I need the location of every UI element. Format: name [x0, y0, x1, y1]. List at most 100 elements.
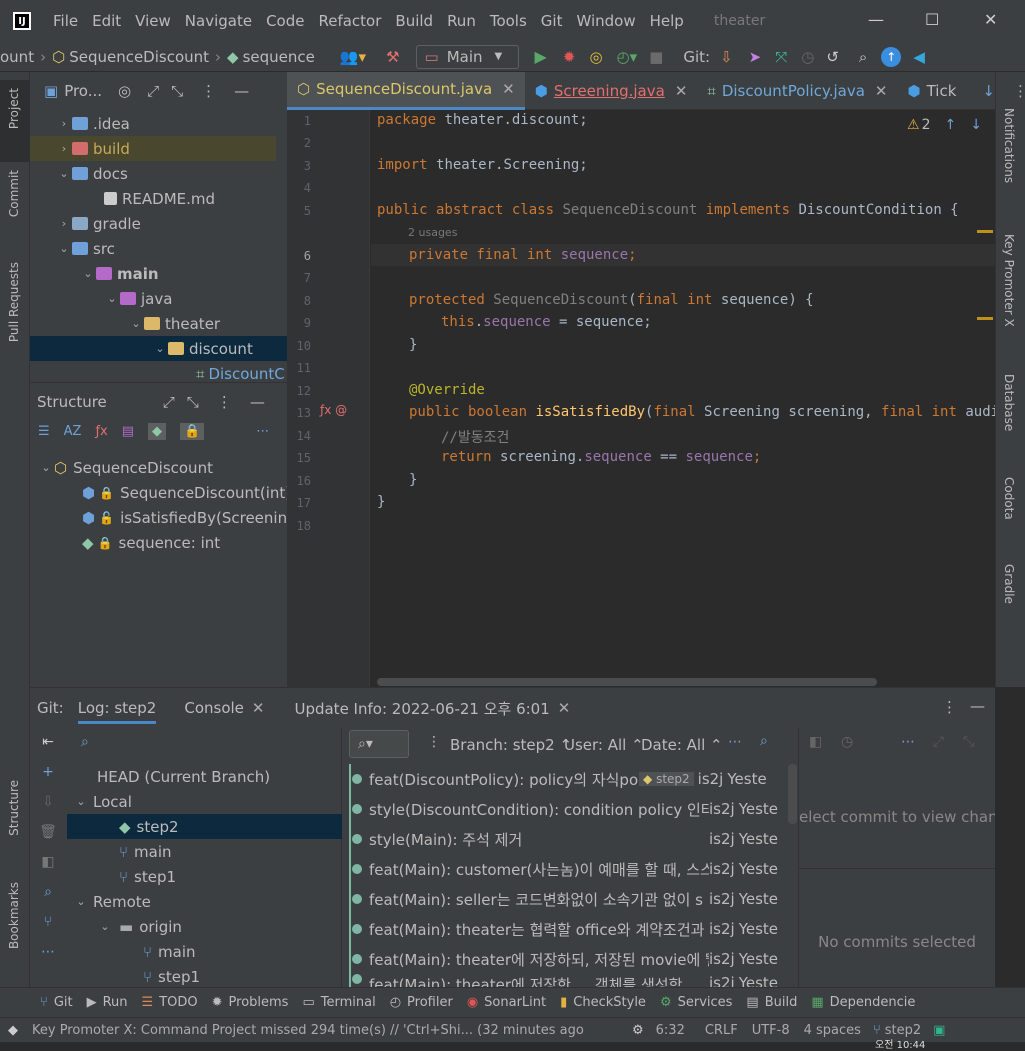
- menu-file[interactable]: File: [53, 12, 78, 30]
- tree-item-docs[interactable]: ⌄ docs: [56, 161, 127, 186]
- options-icon[interactable]: ⋮: [427, 734, 441, 750]
- branch-step1[interactable]: ⑂ step1: [119, 864, 176, 889]
- tab-discountpolicy[interactable]: ⌗ DiscountPolicy.java ✕: [697, 72, 897, 110]
- menu-git[interactable]: Git: [541, 12, 563, 30]
- minimize-button[interactable]: —: [868, 10, 884, 29]
- toolwindow-build[interactable]: ▤ Build: [746, 995, 797, 1010]
- commit-row[interactable]: feat(DiscountPolicy): policy의 자식polic ◆ s…: [343, 764, 788, 794]
- toolwindow-todo[interactable]: ☰ TODO: [142, 995, 198, 1010]
- expand-icon[interactable]: ⤢: [147, 82, 159, 100]
- branch-group-remote[interactable]: ⌄ Remote: [73, 889, 151, 914]
- git-update-icon[interactable]: ⇩: [720, 48, 733, 66]
- structure-method[interactable]: ⬢ 🔓 isSatisfiedBy(Screening,: [82, 505, 301, 530]
- options-icon[interactable]: ⋮: [942, 698, 957, 716]
- commit-row[interactable]: style(DiscountCondition): condition poli…: [343, 794, 788, 824]
- show-lambdas-icon[interactable]: ƒx: [95, 424, 107, 439]
- commit-row[interactable]: feat(Main): theater는 협력할 office와 계약조건과 is…: [343, 914, 788, 944]
- commit-row[interactable]: feat(Main): theater에 저장한 ... 객체를 생성함 is2j…: [343, 974, 788, 988]
- user-icon[interactable]: 👥▾: [340, 48, 366, 66]
- expand-icon[interactable]: ⤢: [163, 393, 175, 411]
- structure-constructor[interactable]: ⬢ 🔒 SequenceDiscount(int): [82, 480, 291, 505]
- log-scrollbar[interactable]: [788, 764, 797, 824]
- stop-icon[interactable]: ■: [649, 48, 663, 66]
- horizontal-scrollbar[interactable]: [377, 678, 877, 686]
- commit-row[interactable]: feat(Main): theater에 저장하되, 저장된 movie에 뛜i…: [343, 944, 788, 974]
- menu-navigate[interactable]: Navigate: [185, 12, 252, 30]
- tree-item-idea[interactable]: › .idea: [56, 111, 130, 136]
- date-filter[interactable]: Date: All ⌃: [641, 736, 723, 754]
- hide-icon[interactable]: —: [250, 393, 265, 411]
- commit-tool-button[interactable]: Commit: [7, 170, 21, 217]
- delete-icon[interactable]: 🗑: [39, 824, 57, 840]
- error-stripe-mark[interactable]: [977, 230, 993, 233]
- toolwindow-dependencies[interactable]: ▦ Dependencie: [811, 995, 915, 1010]
- tab-sequencediscount[interactable]: ⬡ SequenceDiscount.java ✕: [287, 71, 525, 110]
- sort-visibility-icon[interactable]: ☰: [38, 424, 50, 439]
- tab-log[interactable]: Log: step2: [77, 699, 157, 724]
- menu-help[interactable]: Help: [650, 12, 684, 30]
- close-window-button[interactable]: ✕: [984, 10, 997, 29]
- caret-position[interactable]: 6:32: [656, 1023, 685, 1038]
- close-tab-icon[interactable]: ✕: [502, 80, 515, 98]
- toolwindow-checkstyle[interactable]: ▮ CheckStyle: [560, 995, 646, 1010]
- toolwindow-problems[interactable]: ✹ Problems: [212, 995, 289, 1010]
- branches-icon[interactable]: ⑂: [44, 914, 52, 930]
- override-gutter-icon[interactable]: ƒx @: [320, 403, 347, 417]
- toolwindow-terminal[interactable]: ▭ Terminal: [302, 995, 375, 1010]
- codota-tool-button[interactable]: Codota: [1002, 477, 1016, 520]
- codewithme-icon[interactable]: ◀: [913, 48, 925, 66]
- status-toggle-icon[interactable]: ◆: [8, 1023, 18, 1038]
- menu-run[interactable]: Run: [447, 12, 476, 30]
- update-ide-icon[interactable]: ↑: [881, 46, 902, 67]
- menu-view[interactable]: View: [135, 12, 171, 30]
- tree-item-src[interactable]: ⌄ src: [56, 236, 115, 261]
- search-icon[interactable]: ⌕: [44, 884, 52, 900]
- show-non-public-icon[interactable]: 🔒: [180, 423, 205, 440]
- branch-filter[interactable]: Branch: step2 ⌃: [450, 736, 572, 754]
- breadcrumb-class[interactable]: SequenceDiscount: [69, 48, 209, 66]
- run-config-select[interactable]: ▭ Main ▼: [415, 44, 519, 69]
- collapse-icon[interactable]: ⤡: [963, 734, 974, 750]
- gradle-tool-button[interactable]: Gradle: [1002, 564, 1016, 604]
- git-push-icon[interactable]: ➤: [749, 48, 762, 66]
- git-status-icon[interactable]: ⚙: [632, 1023, 644, 1038]
- options-icon[interactable]: ⋮: [201, 82, 216, 100]
- profile-icon[interactable]: ◴▾: [617, 48, 638, 66]
- hide-icon[interactable]: —: [234, 82, 249, 100]
- tree-item-build[interactable]: › build: [30, 136, 276, 161]
- branch-head[interactable]: HEAD (Current Branch): [97, 764, 270, 789]
- tree-item-theater[interactable]: ⌄ theater: [128, 311, 220, 336]
- menu-code[interactable]: Code: [266, 12, 304, 30]
- tree-item-java[interactable]: ⌄ java: [104, 286, 172, 311]
- search-icon[interactable]: ⌕: [760, 733, 768, 749]
- sort-alpha-icon[interactable]: AZ: [64, 424, 82, 439]
- codota-icon[interactable]: ▣: [933, 1023, 945, 1038]
- close-tab-icon[interactable]: ✕: [875, 82, 888, 100]
- commit-row[interactable]: feat(Main): customer(사는놈)이 예매를 할 때, 스스 is…: [343, 854, 788, 884]
- search-icon[interactable]: ⌕: [859, 48, 867, 66]
- usages-hint[interactable]: 2 usages: [408, 226, 457, 239]
- user-filter[interactable]: User: All ⌃: [564, 736, 644, 754]
- menu-refactor[interactable]: Refactor: [318, 12, 381, 30]
- branch-group-local[interactable]: ⌄ Local: [73, 789, 132, 814]
- show-properties-icon[interactable]: ◆: [148, 423, 167, 440]
- toolwindow-services[interactable]: ⚙ Services: [660, 995, 732, 1010]
- log-search-input[interactable]: ⌕▾: [349, 730, 409, 758]
- close-tab-icon[interactable]: ✕: [675, 82, 688, 100]
- commit-row[interactable]: feat(Main): seller는 코드변화없이 소속기관 없이 s is2j…: [343, 884, 788, 914]
- remote-branch-main[interactable]: ⑂ main: [143, 939, 196, 964]
- structure-class[interactable]: ⌄ ⬡ SequenceDiscount: [38, 455, 213, 480]
- more-icon[interactable]: ⋯: [728, 734, 742, 750]
- branch-main[interactable]: ⑂ main: [119, 839, 172, 864]
- file-encoding[interactable]: UTF-8: [752, 1023, 790, 1038]
- tab-menu-icon[interactable]: ⋮: [1013, 82, 1025, 100]
- close-tab-icon[interactable]: ✕: [558, 699, 571, 717]
- prev-highlight-icon[interactable]: ↑: [944, 117, 956, 133]
- structure-tool-button[interactable]: Structure: [7, 780, 21, 836]
- close-tab-icon[interactable]: ✕: [252, 699, 265, 717]
- search-icon[interactable]: ⌕: [81, 734, 89, 750]
- key-promoter-tool-button[interactable]: Key Promoter X: [1002, 234, 1016, 327]
- toolwindow-run[interactable]: ▶ Run: [87, 995, 128, 1010]
- debug-icon[interactable]: ✹: [563, 48, 576, 66]
- error-stripe-mark[interactable]: [977, 317, 993, 320]
